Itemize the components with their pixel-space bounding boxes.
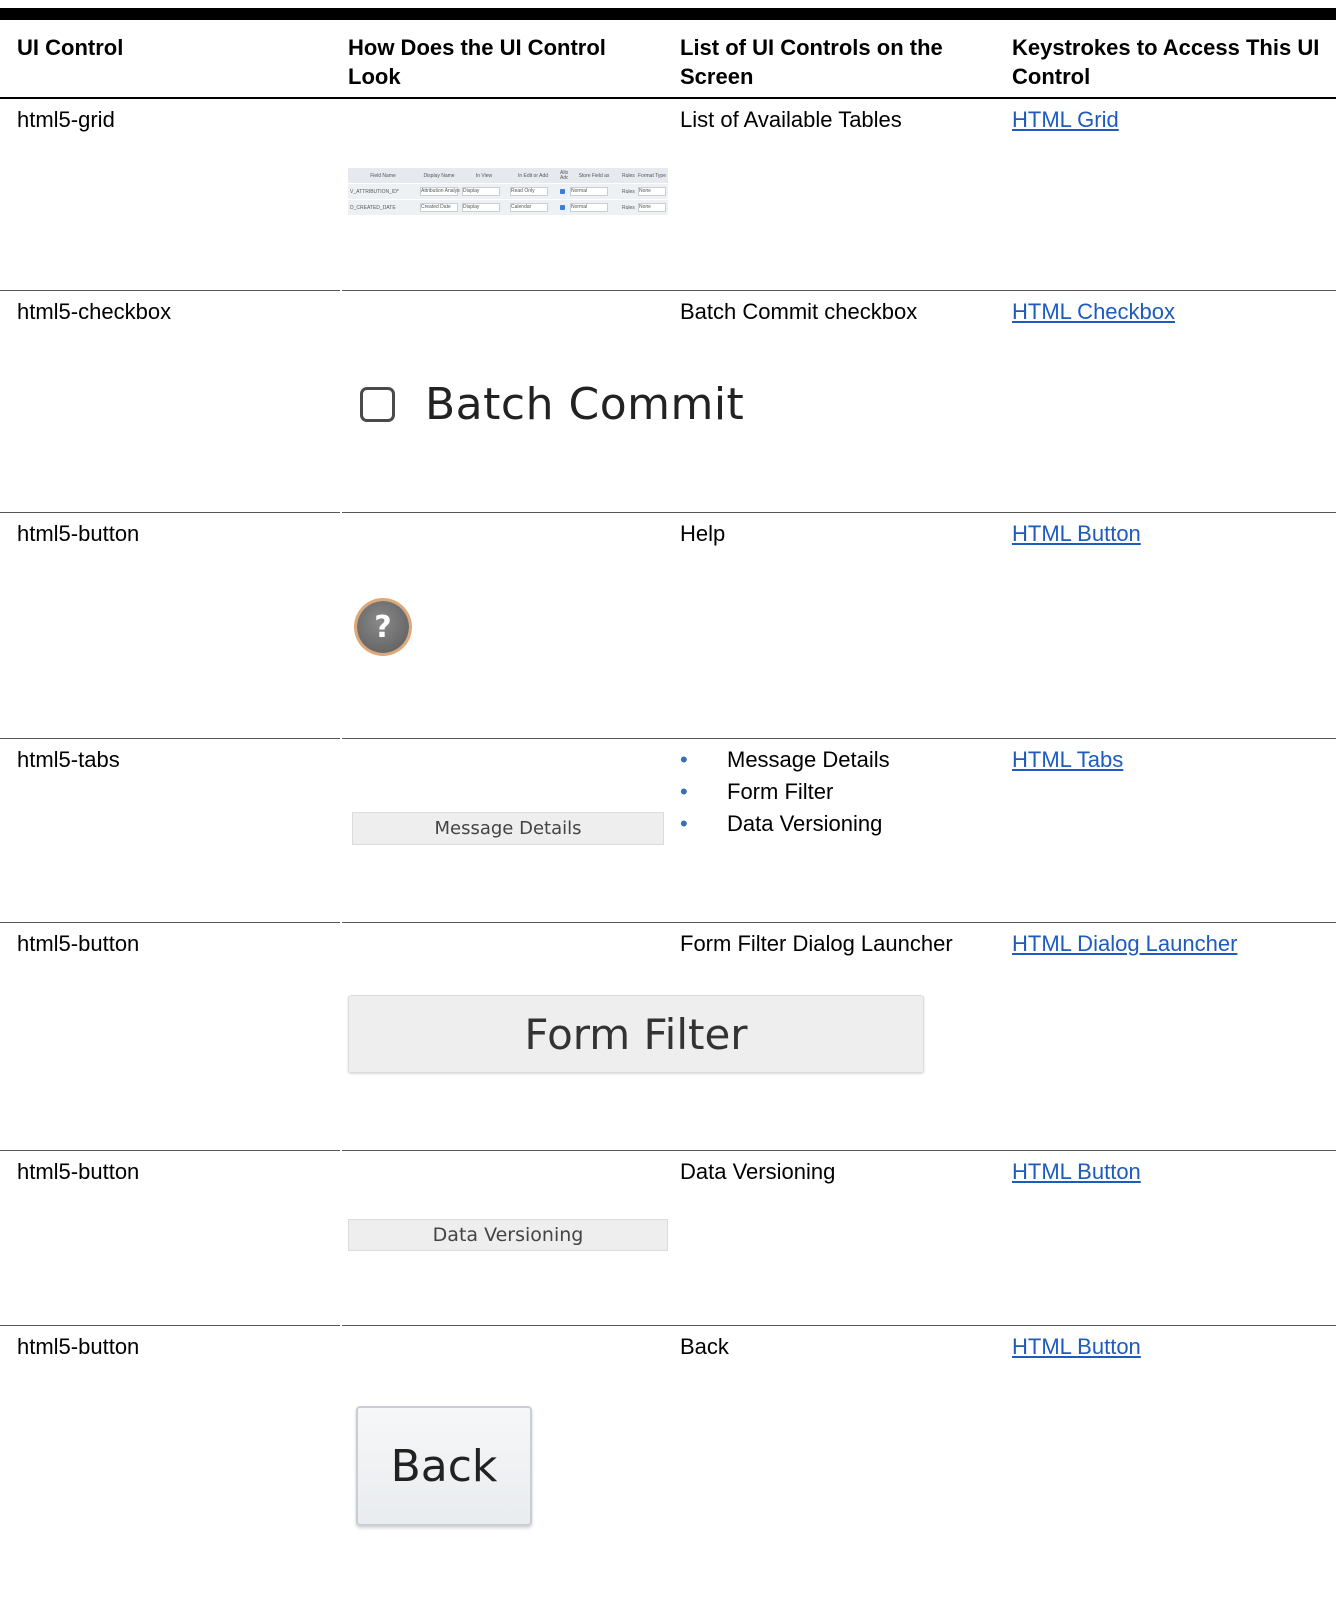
- message-details-tab-image: Message Details: [352, 812, 664, 845]
- grid-preview-header: Field Name: [370, 172, 396, 179]
- grid-preview-header: Display Name: [423, 172, 455, 179]
- row-3-control: html5-button: [17, 521, 140, 546]
- back-button-image: Back: [356, 1406, 532, 1526]
- row-5-screen: Form Filter Dialog Launcher: [680, 931, 953, 956]
- top-rule: [0, 8, 1336, 20]
- grid-preview-cell: None: [636, 200, 668, 216]
- html-dialog-launcher-link[interactable]: HTML Dialog Launcher: [1012, 930, 1237, 958]
- grid-preview-row: D_CREATED_DATE Created Date Display Cale…: [348, 199, 668, 216]
- help-icon: ?: [357, 601, 409, 653]
- grid-preview-cell: V_ATTRIBUTION_ID*: [350, 188, 399, 195]
- list-item: Data Versioning: [680, 808, 890, 840]
- grid-preview-cell: Calendar: [508, 200, 558, 216]
- grid-preview-input: Created Date: [420, 203, 458, 212]
- grid-preview-select: Normal: [570, 203, 608, 212]
- grid-preview-header: In View: [475, 172, 493, 179]
- html-tabs-link[interactable]: HTML Tabs: [1012, 746, 1123, 774]
- grid-preview-cell: Rules: [622, 188, 635, 195]
- grid-preview-header: Allow Add: [560, 169, 568, 181]
- column-header-keystrokes: Keystrokes to Access This UI Control: [1012, 35, 1320, 89]
- data-versioning-button-image: Data Versioning: [348, 1219, 668, 1251]
- row-divider: [0, 1325, 1336, 1326]
- row-divider: [0, 512, 1336, 513]
- html-checkbox-link[interactable]: HTML Checkbox: [1012, 298, 1175, 326]
- grid-preview-cell: Attribution Analysis: [418, 184, 460, 200]
- html-grid-link[interactable]: HTML Grid: [1012, 106, 1119, 134]
- grid-preview-cell: Normal: [568, 200, 620, 216]
- grid-preview-select: Display: [462, 203, 500, 212]
- grid-preview-header: Format Type: [638, 172, 666, 179]
- row-3-screen: Help: [680, 521, 726, 546]
- grid-preview-cell: D_CREATED_DATE: [350, 204, 396, 211]
- column-header-ui-control: UI Control: [17, 35, 124, 60]
- grid-preview-checkbox: [560, 188, 565, 194]
- screen-controls-list: Message Details Form Filter Data Version…: [680, 744, 890, 840]
- row-1-screen: List of Available Tables: [680, 107, 902, 132]
- grid-preview-cell: Created Date: [418, 200, 460, 216]
- grid-preview-checkbox: [560, 204, 565, 210]
- grid-preview-row: V_ATTRIBUTION_ID* Attribution Analysis D…: [348, 183, 668, 200]
- row-2-control: html5-checkbox: [17, 299, 172, 324]
- grid-preview-cell: Normal: [568, 184, 620, 200]
- row-divider: [0, 922, 1336, 923]
- row-5-control: html5-button: [17, 931, 140, 956]
- form-filter-button-image: Form Filter: [348, 995, 924, 1073]
- column-header-screen-list: List of UI Controls on the Screen: [680, 35, 943, 89]
- row-4-control: html5-tabs: [17, 747, 120, 772]
- grid-preview-cell: None: [636, 184, 668, 200]
- grid-preview-header: In Edit or Add: [517, 172, 549, 179]
- grid-preview-select: Display: [462, 187, 500, 196]
- row-1-control: html5-grid: [17, 107, 115, 132]
- html-button-link-back[interactable]: HTML Button: [1012, 1333, 1141, 1361]
- grid-preview-input: Attribution Analysis: [420, 187, 460, 196]
- row-divider: [0, 738, 1336, 739]
- row-7-screen: Back: [680, 1334, 729, 1359]
- row-divider: [0, 290, 1336, 291]
- row-2-screen: Batch Commit checkbox: [680, 299, 918, 324]
- grid-preview-cell: Display: [460, 184, 508, 200]
- grid-preview-cell: Rules: [622, 204, 635, 211]
- row-7-control: html5-button: [17, 1334, 140, 1359]
- grid-preview-select: None: [638, 203, 666, 212]
- column-header-look: How Does the UI Control Look: [348, 35, 606, 89]
- grid-preview-cell: [558, 200, 568, 216]
- checkbox-icon: [360, 386, 395, 422]
- grid-preview-cell: Read Only: [508, 184, 558, 200]
- row-6-control: html5-button: [17, 1159, 140, 1184]
- grid-preview-header: Store Field as: [578, 172, 610, 179]
- grid-preview-header: Rules: [622, 172, 635, 179]
- list-item: Message Details: [680, 744, 890, 776]
- list-item: Form Filter: [680, 776, 890, 808]
- grid-preview-select: None: [638, 187, 666, 196]
- grid-preview-select: Read Only: [510, 187, 548, 196]
- grid-preview-image: Field Name Display Name In View In Edit …: [348, 168, 668, 215]
- grid-preview-cell: Display: [460, 200, 508, 216]
- row-divider: [0, 1150, 1336, 1151]
- grid-preview-select: Calendar: [510, 203, 548, 212]
- row-6-screen: Data Versioning: [680, 1159, 836, 1184]
- batch-commit-label: Batch Commit: [425, 378, 745, 430]
- html-button-link-data-versioning[interactable]: HTML Button: [1012, 1158, 1141, 1186]
- batch-commit-checkbox-image: Batch Commit: [360, 374, 744, 434]
- header-divider: [0, 97, 1336, 99]
- grid-preview-cell: [558, 184, 568, 200]
- html-button-link-help[interactable]: HTML Button: [1012, 520, 1141, 548]
- grid-preview-select: Normal: [570, 187, 608, 196]
